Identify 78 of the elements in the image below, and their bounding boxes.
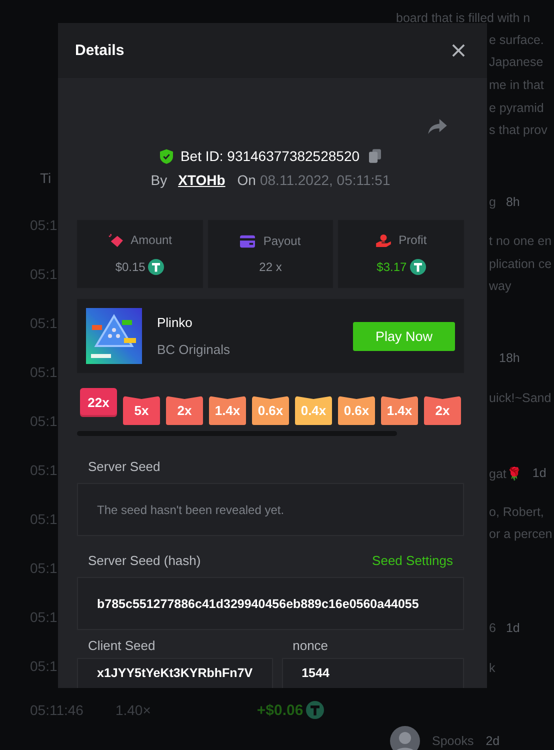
payout-cell: 1.40×: [115, 702, 151, 718]
nonce-field: 1544: [282, 658, 464, 688]
game-name: Plinko: [157, 315, 194, 330]
chat-text: board that is filled with n: [396, 11, 530, 25]
field-label: Client Seed: [87, 637, 156, 655]
time-cell: 05:1: [30, 266, 58, 282]
chat-text: s that prov: [489, 123, 548, 137]
coin-icon: [410, 259, 426, 275]
chat-text: Japanese: [489, 55, 544, 69]
multiplier-bucket: 1.4x: [381, 396, 418, 425]
table-header: Ti: [40, 170, 52, 186]
time-cell: 05:1: [30, 412, 58, 428]
server-seed-hash-field: b785c551277886c41d329940456eb889c16e0560a44055: [77, 577, 464, 630]
bet-date: 08.11.2022, 05:11:51: [260, 172, 390, 188]
avatar-icon: [390, 726, 420, 750]
hand-coin-icon: [376, 234, 391, 246]
server-seed-field: The seed hasn't been revealed yet.: [77, 483, 464, 536]
field-label: nonce: [292, 637, 330, 655]
card-icon: [240, 234, 256, 248]
multiplier-bucket: 0.6x: [252, 396, 289, 425]
chat-text: or a percen: [489, 527, 552, 541]
chat-text: uick!~Sand: [489, 391, 552, 405]
time-cell: 05:1: [30, 658, 58, 674]
chat-text: way: [489, 279, 512, 293]
chat-text: plication ce: [489, 257, 552, 271]
client-seed-field: x1JYY5tYeKt3KYRbhFn7V: [77, 658, 273, 688]
time-cell: 05:1: [30, 608, 58, 624]
chat-text: 6: [489, 621, 496, 635]
user-link[interactable]: XTOHb: [178, 172, 226, 188]
seed-settings-link[interactable]: Seed Settings: [372, 553, 453, 568]
time-cell: 05:1: [30, 462, 58, 478]
shield-check-icon: [160, 148, 174, 164]
multiplier-bucket: 1.4x: [209, 396, 246, 425]
chat-text: me in that: [489, 78, 544, 92]
multiplier-bucket: 22x: [80, 388, 117, 417]
on-label: On: [237, 172, 256, 188]
stat-value: 22 x: [259, 260, 282, 274]
close-icon[interactable]: [452, 44, 465, 57]
chat-text: k: [489, 661, 496, 675]
time-cell: 05:1: [30, 510, 58, 526]
multiplier-bucket: 2x: [424, 396, 461, 425]
chat-text: g: [489, 195, 496, 209]
field-label: Server Seed (hash): [88, 553, 201, 568]
coin-icon: [306, 701, 324, 719]
chat-text: o, Robert,: [489, 505, 544, 519]
multiplier-bucket: 0.6x: [338, 396, 375, 425]
stat-label: Amount: [130, 233, 172, 247]
message-age: 2d: [486, 734, 500, 748]
chat-text: e pyramid: [489, 101, 544, 115]
multiplier-bucket: 5x: [123, 396, 160, 425]
dialog-title: Details: [75, 42, 124, 59]
time-cell: 05:1: [30, 314, 58, 330]
by-label: By: [150, 172, 168, 188]
stat-label: Profit: [398, 233, 427, 247]
message-age: 1d: [532, 466, 546, 480]
share-icon[interactable]: [428, 119, 447, 134]
multiplier-bucket: 2x: [166, 396, 203, 425]
field-label: Server Seed: [87, 458, 162, 476]
game-provider: BC Originals: [157, 342, 231, 357]
time-cell: 05:1: [30, 216, 58, 232]
multiplier-bucket: 0.4x: [295, 396, 332, 425]
chat-text: gat🌹: [489, 466, 522, 480]
time-cell: 05:11:46: [30, 702, 84, 718]
message-age: 18h: [499, 351, 520, 365]
copy-icon[interactable]: [368, 149, 381, 163]
message-age: 1d: [506, 621, 520, 635]
stat-value: $0.15: [115, 260, 146, 274]
message-age: 8h: [506, 195, 520, 209]
profit-cell: +$0.06: [256, 702, 304, 718]
time-cell: 05:1: [30, 364, 58, 380]
chat-text: t no one en: [489, 234, 552, 248]
chat-username: Spooks: [432, 734, 474, 748]
coin-icon: [148, 259, 164, 275]
time-cell: 05:1: [30, 560, 58, 576]
bet-id: Bet ID: 93146377382528520: [180, 148, 360, 164]
stat-value: $3.17: [376, 260, 407, 274]
chat-text: e surface.: [489, 33, 544, 47]
stat-label: Payout: [263, 234, 301, 248]
